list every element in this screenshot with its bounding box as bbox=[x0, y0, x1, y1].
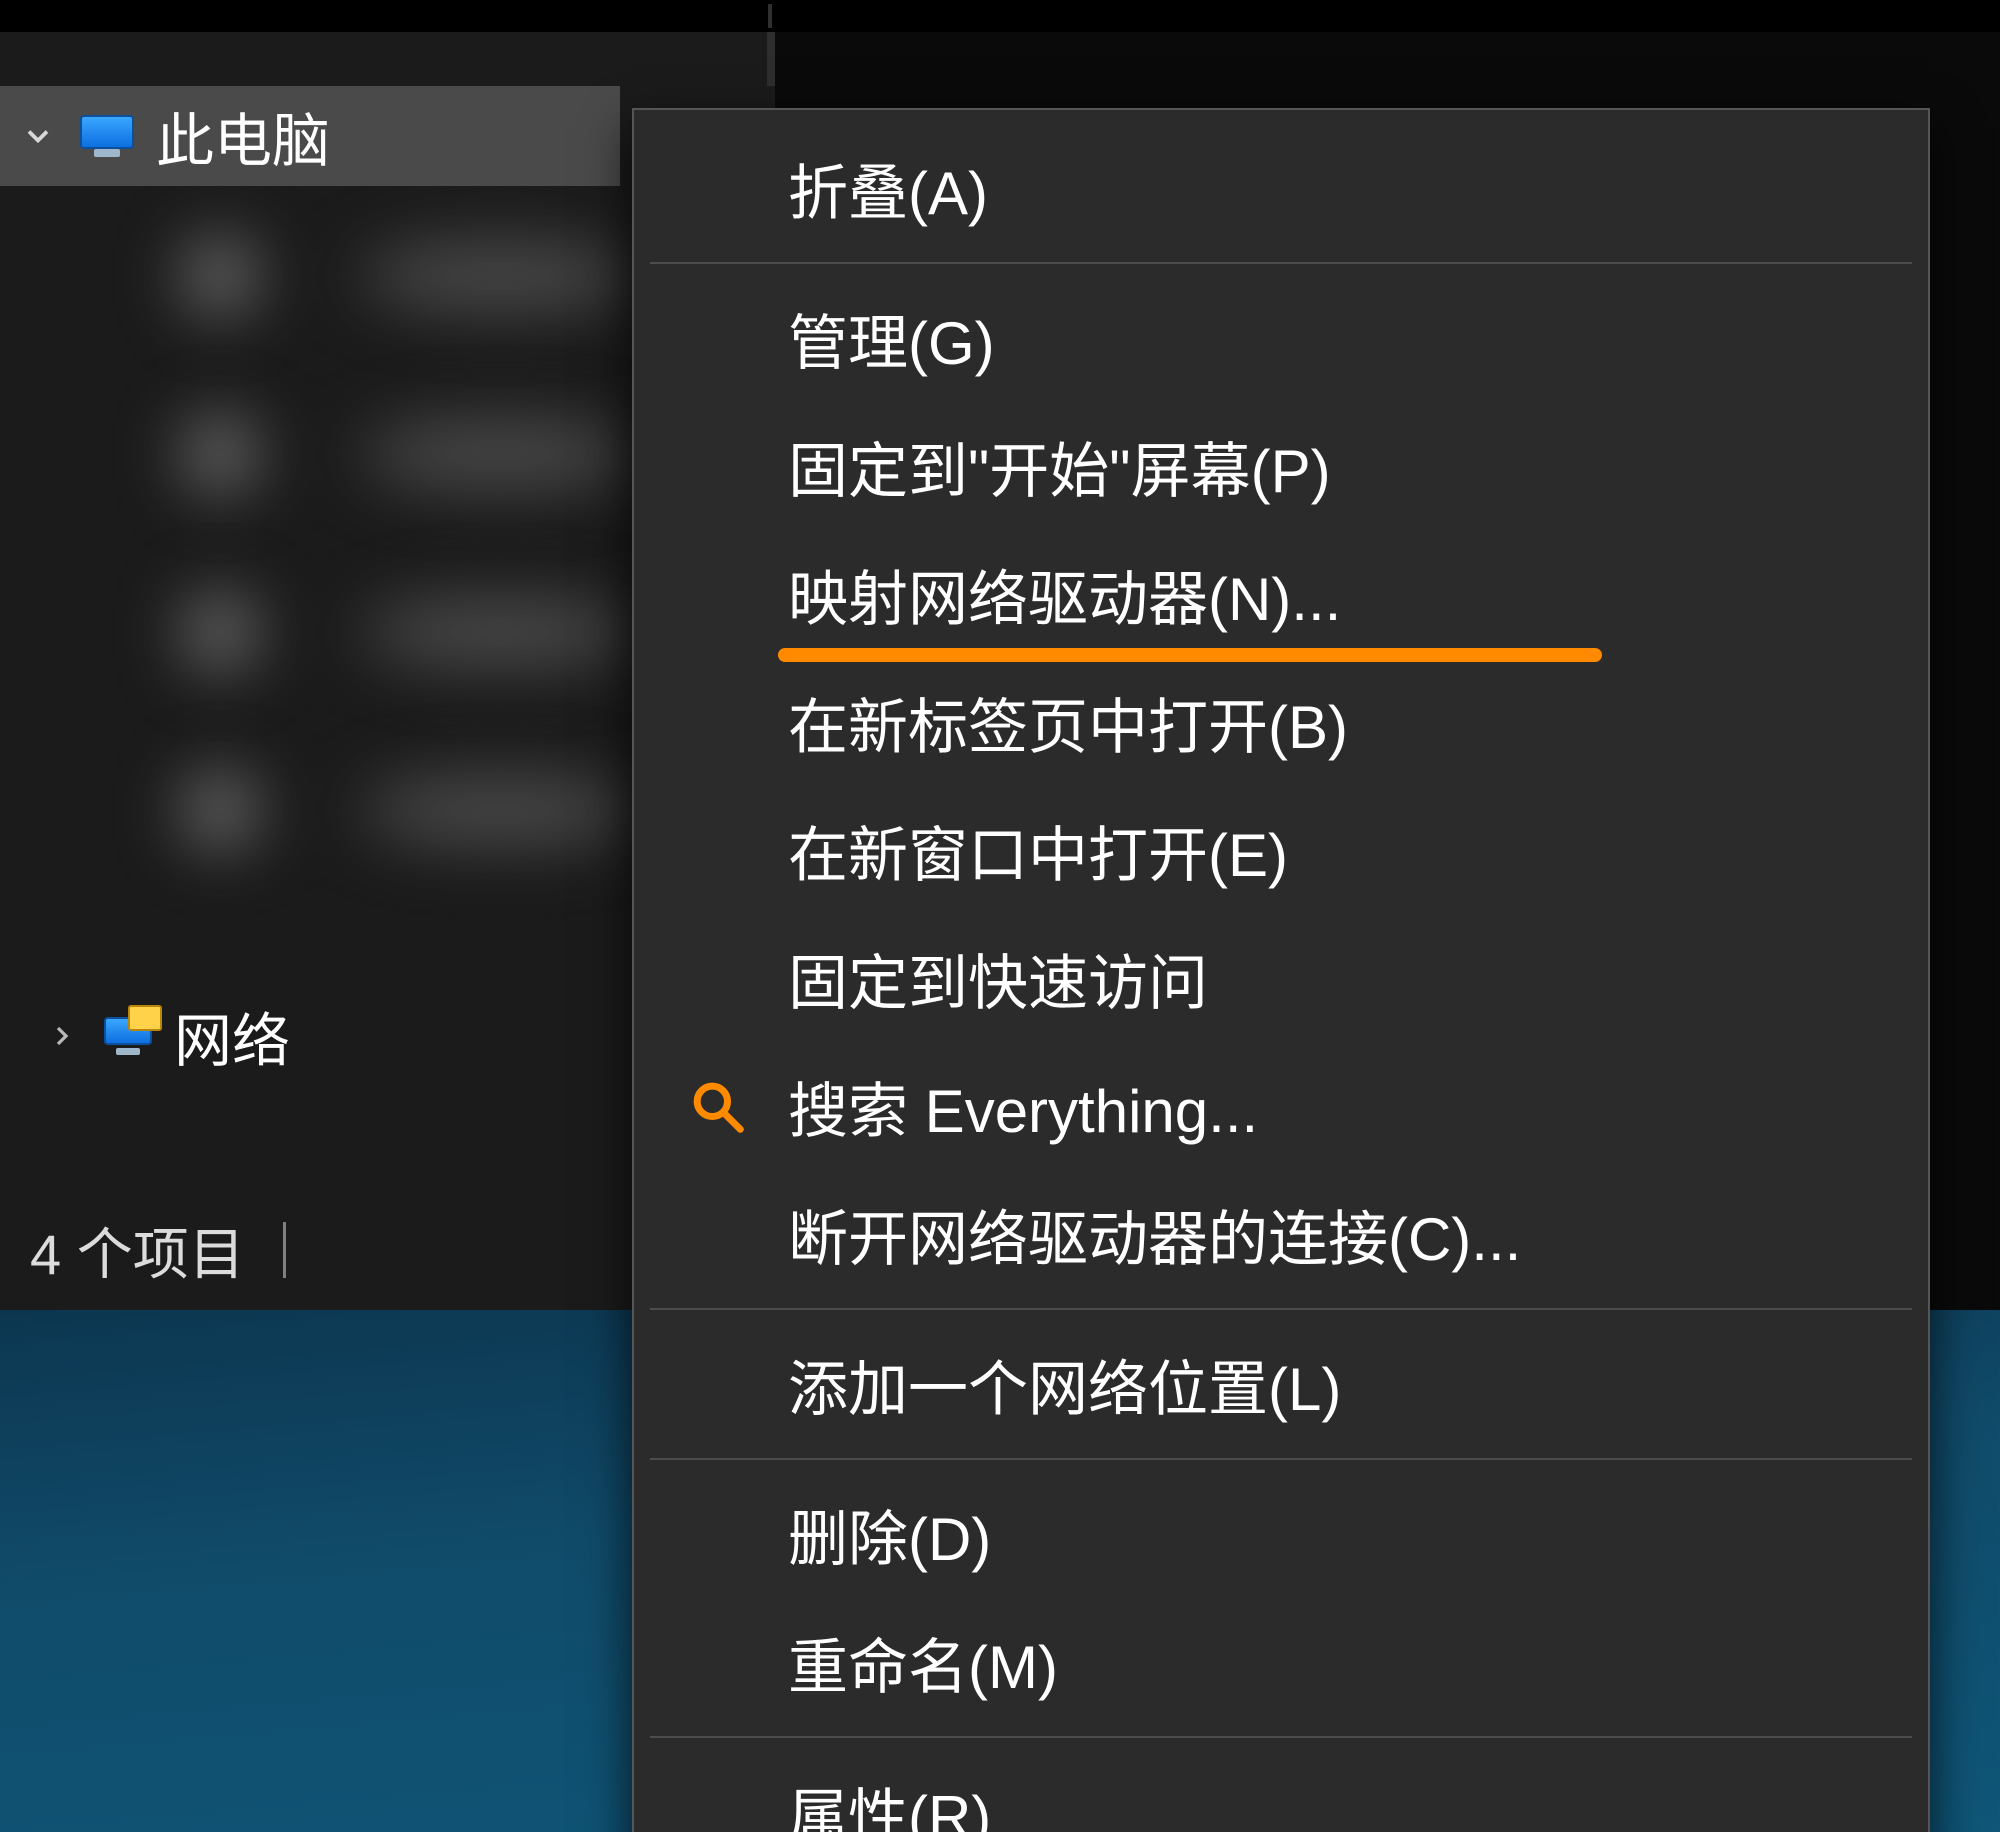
menu-label: 断开网络驱动器的连接(C)... bbox=[788, 1191, 1521, 1278]
blank-icon bbox=[682, 1199, 752, 1269]
tree-item-label: 网络 bbox=[174, 994, 290, 1078]
menu-separator bbox=[650, 262, 1912, 264]
menu-label: 删除(D) bbox=[788, 1491, 991, 1578]
menu-pin-to-quick-access[interactable]: 固定到快速访问 bbox=[640, 914, 1922, 1042]
blank-icon bbox=[682, 687, 752, 757]
menu-separator bbox=[650, 1308, 1912, 1310]
tree-item-this-pc[interactable]: 此电脑 bbox=[0, 86, 620, 186]
menu-separator bbox=[650, 1736, 1912, 1738]
menu-label: 映射网络驱动器(N)... bbox=[788, 551, 1341, 638]
blank-icon bbox=[682, 943, 752, 1013]
menu-add-network-location[interactable]: 添加一个网络位置(L) bbox=[640, 1320, 1922, 1448]
menu-label: 重命名(M) bbox=[788, 1619, 1058, 1706]
menu-label: 在新窗口中打开(E) bbox=[788, 807, 1288, 894]
blank-icon bbox=[682, 815, 752, 885]
menu-properties[interactable]: 属性(R) bbox=[640, 1748, 1922, 1832]
menu-label: 在新标签页中打开(B) bbox=[788, 679, 1348, 766]
menu-label: 固定到快速访问 bbox=[788, 935, 1208, 1022]
chevron-down-icon[interactable] bbox=[18, 116, 58, 156]
menu-disconnect-network-drive[interactable]: 断开网络驱动器的连接(C)... bbox=[640, 1170, 1922, 1298]
menu-label: 管理(G) bbox=[788, 295, 995, 382]
status-items-count: 4 个项目 bbox=[30, 1210, 245, 1291]
context-menu: 折叠(A) 管理(G) 固定到"开始"屏幕(P) 映射网络驱动器(N)... 在… bbox=[632, 108, 1930, 1832]
blank-icon bbox=[682, 153, 752, 223]
search-icon bbox=[682, 1071, 752, 1141]
blank-icon bbox=[682, 1627, 752, 1697]
menu-label: 固定到"开始"屏幕(P) bbox=[788, 423, 1331, 510]
blank-icon bbox=[682, 303, 752, 373]
menu-label: 搜索 Everything... bbox=[788, 1063, 1258, 1150]
menu-search-everything[interactable]: 搜索 Everything... bbox=[640, 1042, 1922, 1170]
status-divider bbox=[283, 1222, 286, 1278]
menu-rename[interactable]: 重命名(M) bbox=[640, 1598, 1922, 1726]
blank-icon bbox=[682, 1499, 752, 1569]
blank-icon bbox=[682, 1349, 752, 1419]
network-icon bbox=[104, 1017, 152, 1055]
window-title-strip bbox=[0, 0, 2000, 32]
menu-open-new-window[interactable]: 在新窗口中打开(E) bbox=[640, 786, 1922, 914]
menu-separator bbox=[650, 1458, 1912, 1460]
blank-icon bbox=[682, 559, 752, 629]
menu-manage[interactable]: 管理(G) bbox=[640, 274, 1922, 402]
blank-icon bbox=[682, 431, 752, 501]
chevron-right-icon[interactable] bbox=[42, 1016, 82, 1056]
menu-label: 属性(R) bbox=[788, 1769, 991, 1832]
tree-item-label: 此电脑 bbox=[156, 94, 330, 178]
menu-label: 添加一个网络位置(L) bbox=[788, 1341, 1341, 1428]
menu-collapse[interactable]: 折叠(A) bbox=[640, 124, 1922, 252]
menu-delete[interactable]: 删除(D) bbox=[640, 1470, 1922, 1598]
menu-label: 折叠(A) bbox=[788, 145, 988, 232]
this-pc-icon bbox=[80, 115, 134, 157]
blank-icon bbox=[682, 1777, 752, 1832]
menu-open-new-tab[interactable]: 在新标签页中打开(B) bbox=[640, 658, 1922, 786]
menu-pin-to-start[interactable]: 固定到"开始"屏幕(P) bbox=[640, 402, 1922, 530]
menu-map-network-drive[interactable]: 映射网络驱动器(N)... bbox=[640, 530, 1922, 658]
